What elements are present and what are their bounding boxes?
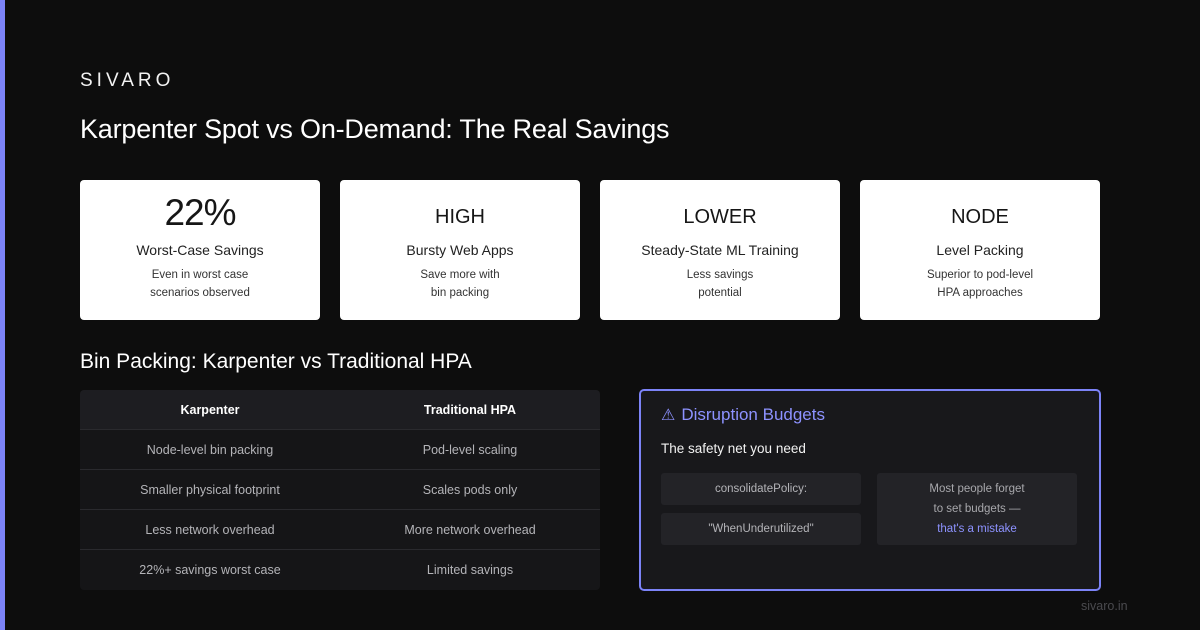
callout-note: Most people forget to set budgets — that…	[877, 473, 1077, 545]
panel-title-text: Disruption Budgets	[681, 405, 825, 424]
table-cell: Pod-level scaling	[340, 430, 600, 469]
stat-card-value: NODE	[951, 206, 1009, 228]
table-header-row: Karpenter Traditional HPA	[80, 390, 600, 430]
table-cell: Less network overhead	[80, 510, 340, 549]
stat-card-value: 22%	[164, 192, 236, 233]
stat-card-node-packing: NODE Level Packing Superior to pod-level…	[860, 180, 1100, 320]
note-line: to set budgets —	[933, 503, 1021, 515]
table-cell: Smaller physical footprint	[80, 470, 340, 509]
table-row: Node-level bin packing Pod-level scaling	[80, 430, 600, 470]
comparison-table: Karpenter Traditional HPA Node-level bin…	[80, 390, 600, 590]
stat-card-label: Bursty Web Apps	[406, 242, 514, 258]
comparison-title: Bin Packing: Karpenter vs Traditional HP…	[80, 350, 472, 373]
code-snippet-policy-key: consolidatePolicy:	[661, 473, 861, 505]
stat-card-label: Level Packing	[936, 242, 1024, 258]
column-header-karpenter: Karpenter	[80, 390, 340, 429]
accent-bar	[0, 0, 5, 630]
stat-card-description: Superior to pod-level HPA approaches	[926, 269, 1034, 299]
note-line: Most people forget	[929, 483, 1025, 495]
stat-card-value: HIGH	[435, 206, 485, 228]
stat-card-bursty: HIGH Bursty Web Apps Save more with bin …	[340, 180, 580, 320]
brand-logo-text: SIVARO	[80, 70, 175, 91]
column-header-hpa: Traditional HPA	[340, 390, 600, 429]
table-row: Smaller physical footprint Scales pods o…	[80, 470, 600, 510]
code-snippet-policy-value: "WhenUnderutilized"	[661, 513, 861, 545]
disruption-budgets-panel: ⚠ Disruption Budgets The safety net you …	[639, 389, 1101, 591]
panel-subtitle: The safety net you need	[661, 441, 806, 456]
table-cell: 22%+ savings worst case	[80, 550, 340, 590]
page-title: Karpenter Spot vs On-Demand: The Real Sa…	[80, 114, 670, 144]
stat-card-label: Worst-Case Savings	[136, 242, 264, 258]
stat-card-description: Even in worst case scenarios observed	[150, 269, 250, 299]
stat-cards: 22% Worst-Case Savings Even in worst cas…	[80, 180, 1100, 320]
footer-url: sivaro.in	[1081, 599, 1128, 613]
stat-card-label: Steady-State ML Training	[641, 242, 799, 258]
table-cell: More network overhead	[340, 510, 600, 549]
stat-card-steady-state: LOWER Steady-State ML Training Less savi…	[600, 180, 840, 320]
table-row: Less network overhead More network overh…	[80, 510, 600, 550]
warning-icon: ⚠	[661, 407, 676, 424]
note-highlight: that's a mistake	[937, 523, 1017, 535]
panel-title: ⚠ Disruption Budgets	[661, 405, 825, 425]
stat-card-savings: 22% Worst-Case Savings Even in worst cas…	[80, 180, 320, 320]
stat-card-value: LOWER	[683, 206, 757, 228]
stat-card-description: Save more with bin packing	[420, 269, 500, 299]
table-row: 22%+ savings worst case Limited savings	[80, 550, 600, 590]
table-cell: Limited savings	[340, 550, 600, 590]
table-cell: Node-level bin packing	[80, 430, 340, 469]
stat-card-description: Less savings potential	[686, 269, 754, 299]
table-cell: Scales pods only	[340, 470, 600, 509]
